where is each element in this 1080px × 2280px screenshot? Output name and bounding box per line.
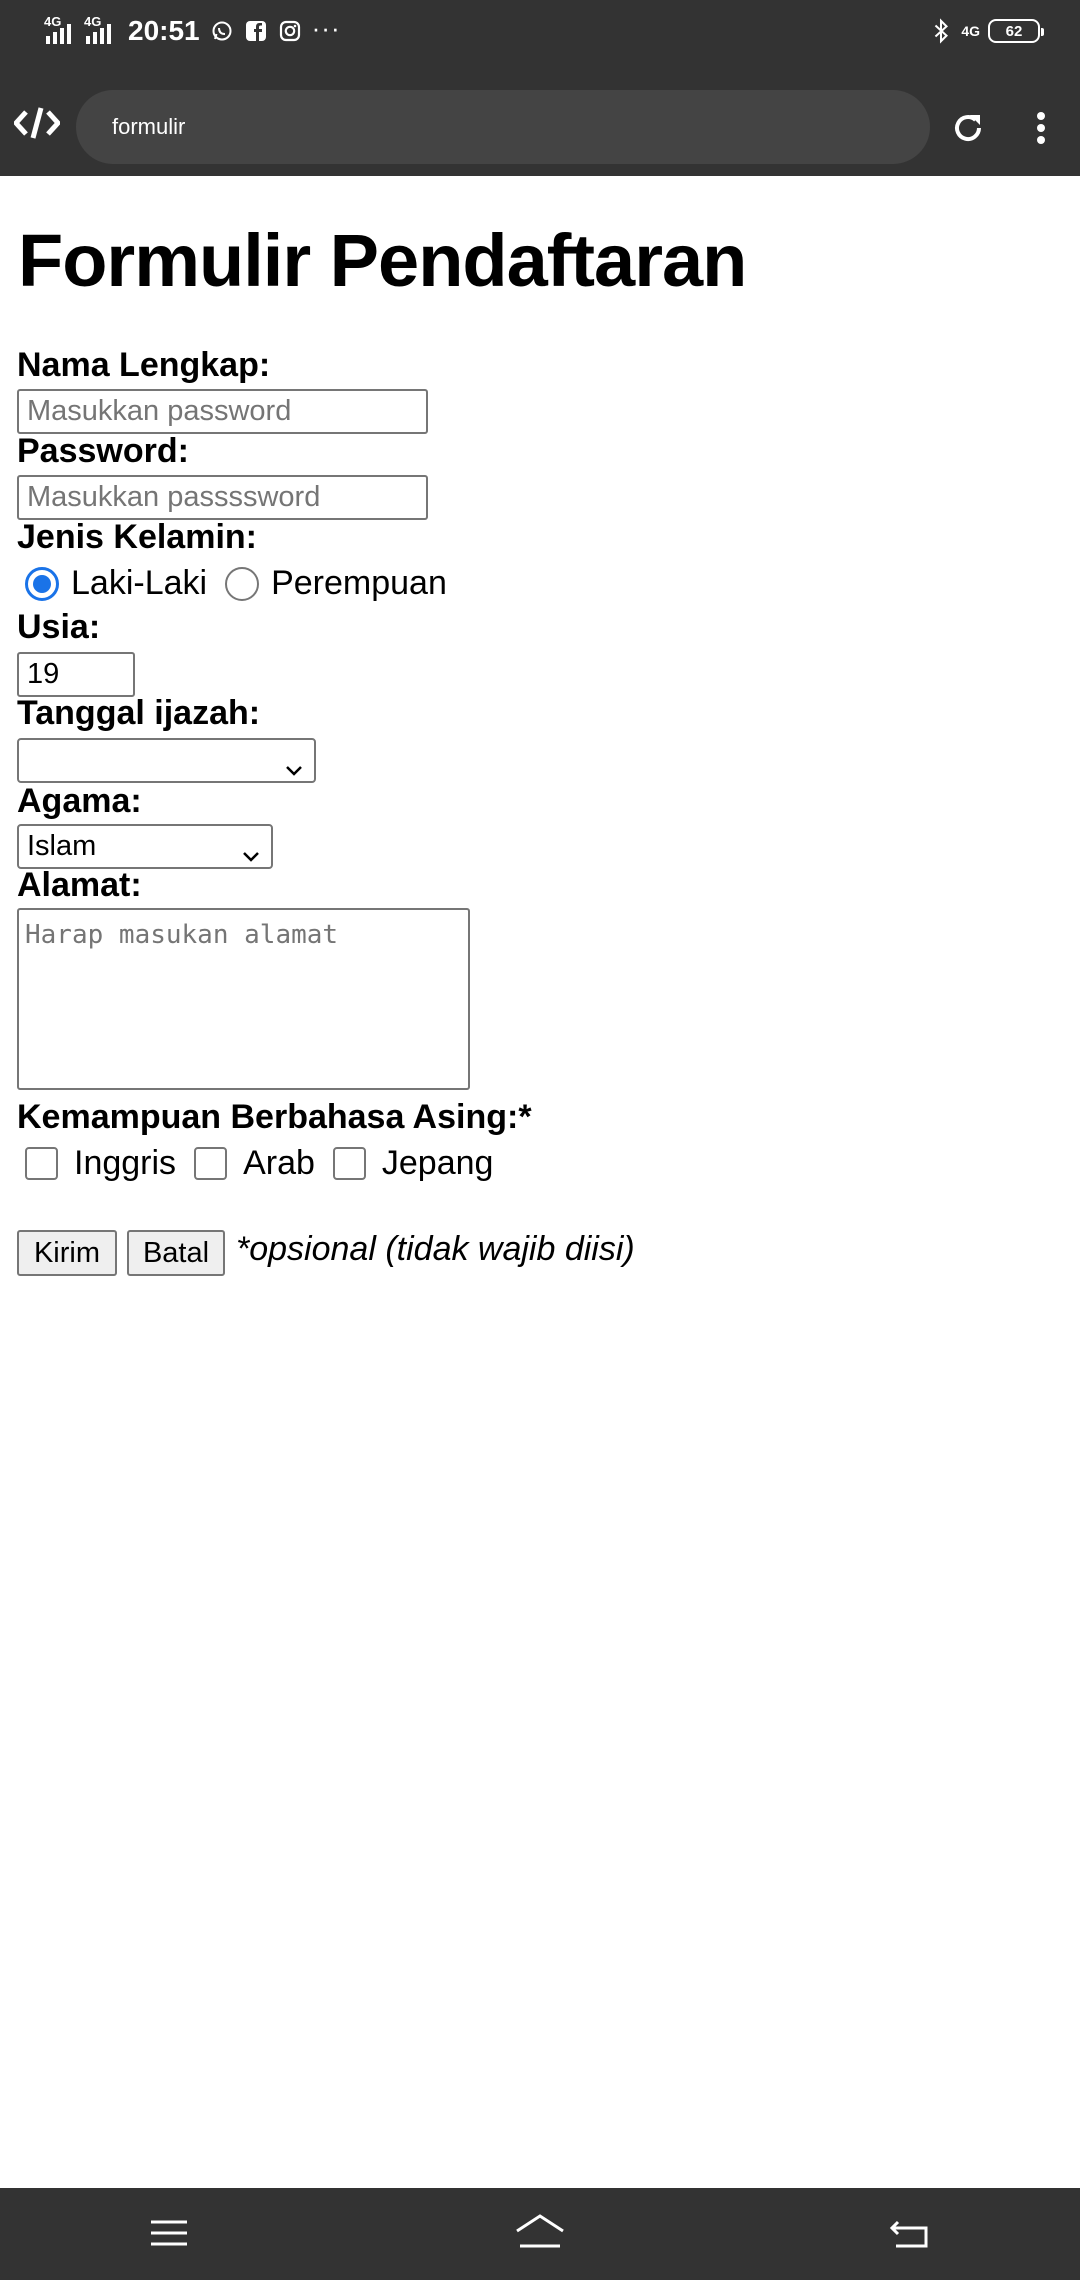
password-input[interactable]: [17, 475, 428, 520]
tanggal-ijazah-select[interactable]: [17, 738, 316, 783]
checkbox-inggris[interactable]: [25, 1147, 58, 1180]
agama-label: Agama:: [17, 782, 142, 820]
kirim-button[interactable]: Kirim: [17, 1230, 117, 1276]
code-logo-icon[interactable]: [13, 106, 61, 140]
alamat-textarea[interactable]: [17, 908, 470, 1090]
checkbox-jepang-label: Jepang: [381, 1144, 494, 1182]
address-text: formulir: [112, 114, 186, 139]
menu-icon[interactable]: [146, 2212, 192, 2254]
radio-perempuan-label: Perempuan: [271, 564, 447, 602]
usia-input[interactable]: 19: [17, 652, 135, 697]
battery-icon: 62: [988, 19, 1044, 43]
checkbox-arab-label: Arab: [243, 1144, 315, 1182]
signal-icon: 4G: [84, 14, 114, 46]
agama-value: Islam: [27, 830, 97, 862]
bahasa-options: Inggris Arab Jepang: [25, 1144, 493, 1183]
address-bar[interactable]: formulir: [76, 90, 930, 164]
chevron-down-icon: [241, 838, 261, 862]
status-right: 4G 62: [929, 16, 1044, 46]
gender-options: Laki-Laki Perempuan: [25, 564, 447, 603]
tanggal-ijazah-label: Tanggal ijazah:: [17, 694, 261, 732]
checkbox-jepang[interactable]: [332, 1147, 366, 1180]
page-title: Formulir Pendaftaran: [18, 219, 747, 302]
instagram-icon: [278, 19, 302, 43]
bluetooth-icon: [929, 18, 953, 44]
overflow-menu-icon[interactable]: [1026, 108, 1056, 148]
signal-icon: 4G: [44, 14, 74, 46]
radio-laki-laki[interactable]: [25, 566, 59, 601]
back-icon[interactable]: [888, 2212, 934, 2254]
status-left: 4G 4G 20:51 ···: [44, 14, 341, 48]
more-notifications: ···: [311, 13, 341, 43]
checkbox-inggris-label: Inggris: [74, 1144, 177, 1182]
chevron-down-icon: [284, 752, 304, 776]
radio-perempuan[interactable]: [225, 566, 260, 601]
alamat-label: Alamat:: [17, 866, 142, 904]
reload-icon[interactable]: [948, 108, 988, 148]
gender-label: Jenis Kelamin:: [17, 518, 257, 556]
bahasa-label: Kemampuan Berbahasa Asing:*: [17, 1098, 532, 1136]
system-nav-bar: [0, 2188, 1080, 2280]
nama-input[interactable]: [17, 389, 428, 434]
batal-button[interactable]: Batal: [127, 1230, 225, 1276]
usia-label: Usia:: [17, 608, 101, 646]
home-icon[interactable]: [514, 2212, 566, 2254]
facebook-icon: [244, 19, 268, 43]
status-bar: 4G 4G 20:51 ··· 4G 62: [0, 0, 1080, 62]
battery-level: 62: [1005, 22, 1023, 40]
network-type: 4G: [961, 23, 980, 39]
whatsapp-icon: [210, 19, 234, 43]
agama-select[interactable]: Islam: [17, 824, 273, 869]
password-label: Password:: [17, 432, 189, 470]
radio-laki-laki-label: Laki-Laki: [71, 564, 208, 602]
clock: 20:51: [128, 15, 200, 46]
nama-label: Nama Lengkap:: [17, 346, 271, 384]
browser-toolbar: formulir: [0, 62, 1080, 176]
checkbox-arab[interactable]: [194, 1147, 228, 1180]
optional-note: *opsional (tidak wajib diisi): [236, 1230, 635, 1268]
